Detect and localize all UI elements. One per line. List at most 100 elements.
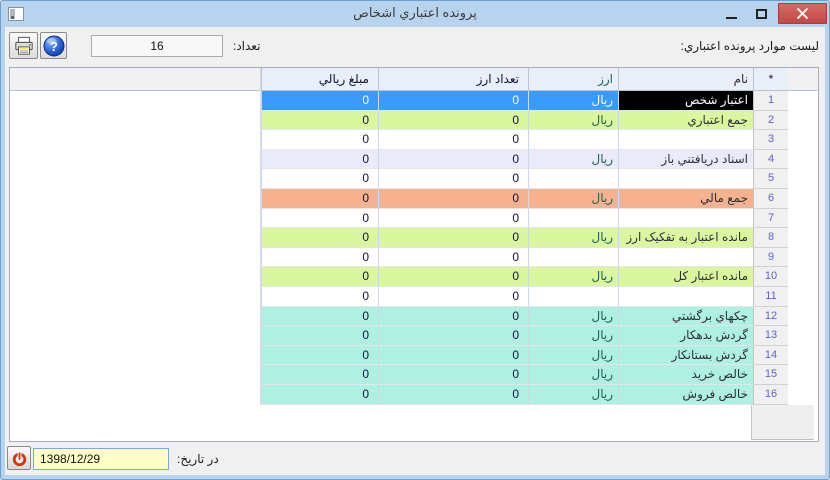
rial-amount-cell[interactable]: 0 <box>261 188 378 209</box>
currency-cell[interactable]: ريال <box>528 110 618 131</box>
close-button[interactable] <box>778 3 827 24</box>
name-cell[interactable]: مانده اعتبار کل <box>618 267 753 287</box>
currency-count-cell[interactable]: 0 <box>378 208 528 229</box>
table-row[interactable]: 9 0 0 <box>261 247 788 268</box>
row-number-cell[interactable]: 3 <box>753 130 788 150</box>
currency-cell[interactable]: ريال <box>528 149 618 170</box>
currency-count-cell[interactable]: 0 <box>378 91 528 111</box>
row-number-cell[interactable]: 13 <box>753 326 788 346</box>
header-currency[interactable]: ارز <box>528 68 618 91</box>
currency-cell[interactable]: ريال <box>528 384 618 405</box>
row-number-cell[interactable]: 2 <box>753 110 788 131</box>
rial-amount-cell[interactable]: 0 <box>261 326 378 346</box>
help-button[interactable]: ? <box>40 32 67 59</box>
currency-cell[interactable]: ريال <box>528 91 618 111</box>
count-field[interactable] <box>91 35 223 57</box>
header-row-marker[interactable]: * <box>753 68 788 91</box>
rial-amount-cell[interactable]: 0 <box>261 91 378 111</box>
name-cell[interactable] <box>618 169 753 189</box>
currency-cell[interactable] <box>528 286 618 307</box>
currency-cell[interactable] <box>528 169 618 189</box>
currency-count-cell[interactable]: 0 <box>378 247 528 268</box>
currency-count-cell[interactable]: 0 <box>378 326 528 346</box>
table-row[interactable]: 15 خالص خريد ريال 0 0 <box>261 365 788 385</box>
table-row[interactable]: 16 خالص فروش ريال 0 0 <box>261 384 788 405</box>
print-button[interactable] <box>9 32 38 59</box>
currency-cell[interactable]: ريال <box>528 267 618 287</box>
table-row[interactable]: 2 جمع اعتباري ريال 0 0 <box>261 110 788 131</box>
name-cell[interactable]: اعتبار شخص <box>618 91 753 111</box>
rial-amount-cell[interactable]: 0 <box>261 247 378 268</box>
row-number-cell[interactable]: 14 <box>753 345 788 366</box>
name-cell[interactable]: گردش بدهکار <box>618 326 753 346</box>
rial-amount-cell[interactable]: 0 <box>261 384 378 405</box>
name-cell[interactable]: اسناد دريافتني باز <box>618 149 753 170</box>
table-row[interactable]: 8 مانده اعتبار به تفکيک ارز ريال 0 0 <box>261 228 788 248</box>
rial-amount-cell[interactable]: 0 <box>261 365 378 385</box>
rial-amount-cell[interactable]: 0 <box>261 306 378 327</box>
name-cell[interactable] <box>618 208 753 229</box>
currency-count-cell[interactable]: 0 <box>378 345 528 366</box>
rial-amount-cell[interactable]: 0 <box>261 286 378 307</box>
currency-count-cell[interactable]: 0 <box>378 169 528 189</box>
rial-amount-cell[interactable]: 0 <box>261 208 378 229</box>
name-cell[interactable] <box>618 286 753 307</box>
date-input[interactable] <box>33 448 169 470</box>
name-cell[interactable]: چکهاي برگشتي <box>618 306 753 327</box>
row-number-cell[interactable]: 6 <box>753 188 788 209</box>
rial-amount-cell[interactable]: 0 <box>261 110 378 131</box>
rial-amount-cell[interactable]: 0 <box>261 130 378 150</box>
row-number-cell[interactable]: 4 <box>753 149 788 170</box>
currency-cell[interactable] <box>528 247 618 268</box>
table-row[interactable]: 6 جمع مالي ريال 0 0 <box>261 188 788 209</box>
currency-count-cell[interactable]: 0 <box>378 228 528 248</box>
name-cell[interactable] <box>618 130 753 150</box>
name-cell[interactable]: خالص خريد <box>618 365 753 385</box>
table-row[interactable]: 7 0 0 <box>261 208 788 229</box>
table-row[interactable]: 3 0 0 <box>261 130 788 150</box>
currency-count-cell[interactable]: 0 <box>378 267 528 287</box>
row-number-cell[interactable]: 11 <box>753 286 788 307</box>
name-cell[interactable]: مانده اعتبار به تفکيک ارز <box>618 228 753 248</box>
row-number-cell[interactable]: 5 <box>753 169 788 189</box>
name-cell[interactable]: خالص فروش <box>618 384 753 405</box>
currency-count-cell[interactable]: 0 <box>378 365 528 385</box>
name-cell[interactable] <box>618 247 753 268</box>
stop-button[interactable] <box>7 446 31 470</box>
table-row[interactable]: 4 اسناد دريافتني باز ريال 0 0 <box>261 149 788 170</box>
name-cell[interactable]: جمع اعتباري <box>618 110 753 131</box>
row-number-cell[interactable]: 16 <box>753 384 788 405</box>
rial-amount-cell[interactable]: 0 <box>261 228 378 248</box>
table-row[interactable]: 14 گردش بستانکار ريال 0 0 <box>261 345 788 366</box>
currency-count-cell[interactable]: 0 <box>378 110 528 131</box>
table-row[interactable]: 11 0 0 <box>261 286 788 307</box>
table-row[interactable]: 1 اعتبار شخص ريال 0 0 <box>261 91 788 111</box>
row-number-cell[interactable]: 8 <box>753 228 788 248</box>
currency-count-cell[interactable]: 0 <box>378 384 528 405</box>
currency-cell[interactable]: ريال <box>528 326 618 346</box>
row-number-cell[interactable]: 7 <box>753 208 788 229</box>
table-row[interactable]: 10 مانده اعتبار کل ريال 0 0 <box>261 267 788 287</box>
row-number-cell[interactable]: 9 <box>753 247 788 268</box>
currency-cell[interactable]: ريال <box>528 345 618 366</box>
row-number-cell[interactable]: 12 <box>753 306 788 327</box>
row-number-cell[interactable]: 1 <box>753 91 788 111</box>
rial-amount-cell[interactable]: 0 <box>261 149 378 170</box>
currency-count-cell[interactable]: 0 <box>378 149 528 170</box>
maximize-button[interactable] <box>748 3 774 24</box>
header-currency-count[interactable]: تعداد ارز <box>378 68 528 91</box>
currency-count-cell[interactable]: 0 <box>378 188 528 209</box>
rial-amount-cell[interactable]: 0 <box>261 267 378 287</box>
currency-cell[interactable] <box>528 208 618 229</box>
currency-cell[interactable] <box>528 130 618 150</box>
name-cell[interactable]: جمع مالي <box>618 188 753 209</box>
row-number-cell[interactable]: 15 <box>753 365 788 385</box>
header-name[interactable]: نام <box>618 68 753 91</box>
table-row[interactable]: 12 چکهاي برگشتي ريال 0 0 <box>261 306 788 327</box>
header-rial-amount[interactable]: مبلغ ريالي <box>261 68 378 91</box>
currency-cell[interactable]: ريال <box>528 228 618 248</box>
row-number-cell[interactable]: 10 <box>753 267 788 287</box>
currency-count-cell[interactable]: 0 <box>378 286 528 307</box>
table-row[interactable]: 13 گردش بدهکار ريال 0 0 <box>261 326 788 346</box>
currency-cell[interactable]: ريال <box>528 306 618 327</box>
